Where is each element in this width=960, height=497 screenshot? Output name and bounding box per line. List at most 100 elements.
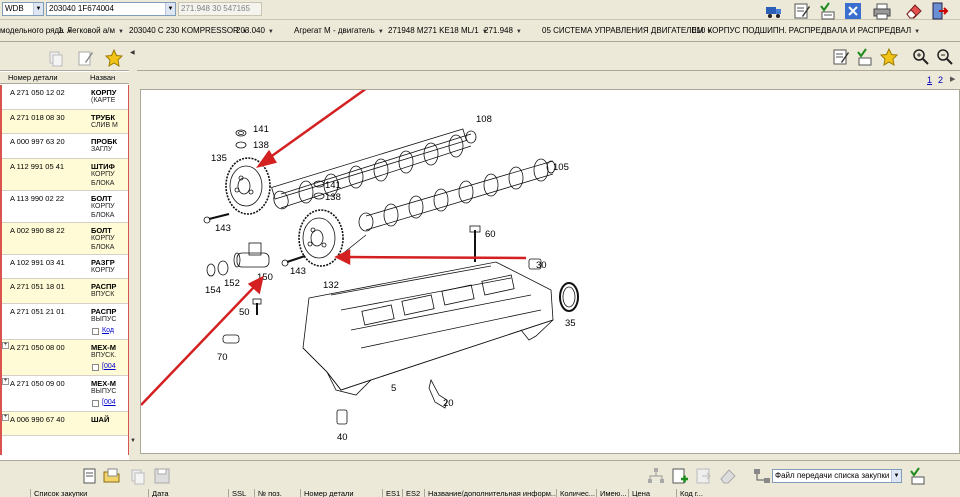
red-arrow — [141, 285, 256, 406]
sprocket-135 — [225, 157, 271, 215]
collapse-down-icon[interactable]: ▼ — [130, 438, 136, 444]
parts-list-pane: Номер детали Назван A 271 050 12 02 КОРПУ… — [0, 43, 136, 460]
table-row[interactable]: A 112 991 05 41 ШТИФ КОРПУ БЛОКА — [2, 158, 128, 191]
column-es1[interactable]: ES1 — [382, 489, 402, 497]
checkbox[interactable] — [92, 363, 99, 371]
table-row[interactable]: A 102 991 03 41 РАЗГР КОРПУ — [2, 255, 128, 279]
table-row[interactable]: A 271 051 18 01 РАСПР ВПУСК — [2, 279, 128, 304]
parts-list-rows: A 271 050 12 02 КОРПУ (КАРТЕ A 271 018 08 … — [0, 85, 130, 455]
document-icon[interactable] — [80, 466, 98, 484]
column-ssl[interactable]: SSL — [228, 489, 254, 497]
print-icon[interactable] — [872, 1, 891, 20]
edit-list-icon[interactable] — [792, 1, 810, 19]
breadcrumb-item[interactable]: 05 СИСТЕМА УПРАВЛЕНИЯ ДВИГАТЕЛЕМ ▼ — [542, 26, 712, 35]
camshaft-upper — [271, 128, 477, 210]
column-date[interactable]: Дата — [148, 489, 172, 497]
callout-label: 132 — [323, 280, 339, 291]
checklist-icon[interactable] — [855, 47, 873, 66]
transfer-file-select[interactable]: Файл передачи списка закупки ▼ — [772, 469, 902, 483]
add-to-list-icon[interactable] — [670, 466, 688, 484]
page-link-2[interactable]: 2 — [938, 75, 943, 85]
vin-value: 203040 1F674004 — [49, 4, 114, 13]
breadcrumb-item[interactable]: 271948 M271 KE18 ML/1 ▼ — [388, 26, 488, 35]
code-field-value: 271.948 30 547165 — [181, 4, 250, 13]
table-row[interactable]: A 002 990 88 22 БОЛТ КОРПУ БЛОКА — [2, 222, 128, 255]
transfer-file-value: Файл передачи списка закупки — [775, 471, 890, 480]
column-part-number[interactable]: Номер детали — [300, 489, 382, 497]
brand-combo-value: WDB — [5, 4, 24, 13]
checkbox[interactable] — [92, 327, 99, 335]
callout-label: 60 — [485, 229, 496, 240]
column-code[interactable]: Код г... — [676, 489, 716, 497]
network-icon[interactable] — [752, 466, 770, 484]
callout-label: 141 — [253, 124, 269, 135]
star-icon[interactable] — [104, 48, 123, 67]
code-link[interactable]: Код — [102, 327, 114, 334]
checklist-icon[interactable] — [908, 466, 926, 485]
expand-icon[interactable]: + — [2, 341, 9, 349]
exploded-diagram[interactable]: 108 141 138 135 105 141 138 143 60 30 14… — [140, 89, 960, 454]
eraser-icon[interactable] — [718, 466, 736, 484]
sitemap-icon[interactable] — [646, 466, 664, 484]
callout-label: 143 — [290, 266, 306, 277]
callout-label: 40 — [337, 432, 348, 443]
breadcrumb-item[interactable]: 203.040 ▼ — [236, 26, 274, 35]
camshaft-housing — [302, 261, 554, 396]
column-description[interactable]: Название/дополнительная информ... — [424, 489, 556, 497]
edit-list-icon[interactable] — [831, 47, 849, 65]
star-icon[interactable] — [879, 47, 898, 66]
breadcrumb-item[interactable]: 010 КОРПУС ПОДШИПН. РАСПРЕДВАЛА И РАСПРЕ… — [692, 26, 920, 35]
pane-splitter[interactable]: ◀ ▼ — [129, 43, 136, 460]
callout-label: 152 — [224, 278, 240, 289]
zoom-out-icon[interactable] — [935, 47, 953, 65]
open-folder-icon[interactable] — [102, 466, 120, 484]
table-row[interactable]: A 000 997 63 20 ПРОБК ЗАГЛУ — [2, 134, 128, 159]
code-link[interactable]: [004 — [102, 399, 116, 406]
truck-icon[interactable] — [764, 1, 782, 19]
red-arrow — [268, 90, 367, 160]
next-page-icon[interactable]: ▶ — [950, 75, 955, 83]
zoom-in-icon[interactable] — [911, 47, 929, 65]
breadcrumb-item[interactable]: Агрегат M - двигатель ▼ — [294, 26, 384, 35]
red-arrow-head — [334, 248, 351, 266]
column-name[interactable]: Назван — [90, 73, 115, 82]
copy-icon[interactable] — [46, 48, 64, 67]
brand-combo[interactable]: WDB ▼ — [2, 2, 44, 16]
expand-icon[interactable]: + — [2, 377, 9, 385]
column-price[interactable]: Цена — [628, 489, 676, 497]
expand-icon[interactable]: + — [2, 413, 9, 421]
table-row[interactable]: + A 006 990 67 40 ШАЙ — [2, 411, 128, 436]
eraser-icon[interactable] — [904, 1, 922, 19]
breadcrumb-item[interactable]: 203040 C 230 KOMPRESSOR ▼ — [129, 26, 248, 35]
diagram-toolbar — [137, 43, 960, 71]
code-link[interactable]: [004 — [102, 363, 116, 370]
table-row[interactable]: + A 271 050 09 00 МЕХ-М ВЫПУС [004 — [2, 376, 128, 412]
table-row[interactable]: A 113 990 02 22 БОЛТ КОРПУ БЛОКА — [2, 191, 128, 223]
table-row[interactable]: A 271 050 12 02 КОРПУ (КАРТЕ — [2, 85, 128, 110]
column-quantity[interactable]: Количес... — [556, 489, 596, 497]
edit-note-icon[interactable] — [76, 48, 94, 66]
table-row[interactable]: A 271 051 21 01 РАСПР ВЫПУС Код — [2, 304, 128, 340]
save-icon[interactable] — [152, 466, 170, 484]
breadcrumb-item[interactable]: 1. Легковой а/м ▼ — [58, 26, 124, 35]
column-available[interactable]: Имею... — [596, 489, 628, 497]
column-part-number[interactable]: Номер детали — [8, 73, 58, 82]
column-es2[interactable]: ES2 — [402, 489, 424, 497]
table-row[interactable]: + A 271 050 08 00 МЕХ-М ВПУСК. [004 — [2, 339, 128, 376]
copy-icon[interactable] — [128, 466, 146, 485]
callout-label: 154 — [205, 285, 221, 296]
chevron-down-icon: ▼ — [515, 29, 522, 35]
column-position[interactable]: № поз. — [254, 489, 300, 497]
export-icon[interactable] — [694, 466, 712, 484]
collapse-left-icon[interactable]: ◀ — [130, 49, 135, 56]
column-shopping-list[interactable]: Список закупки — [30, 489, 148, 497]
page-link-1[interactable]: 1 — [927, 75, 932, 85]
close-window-icon[interactable] — [843, 1, 861, 19]
checkbox[interactable] — [92, 399, 99, 407]
table-row[interactable]: A 271 018 08 30 ТРУБК СЛИВ М — [2, 109, 128, 134]
chevron-down-icon: ▼ — [118, 29, 124, 35]
checklist-icon[interactable] — [818, 1, 836, 20]
vin-input[interactable]: 203040 1F674004 ▼ — [46, 2, 176, 16]
breadcrumb-item[interactable]: 271.948 ▼ — [484, 26, 522, 35]
exit-icon[interactable] — [930, 1, 949, 20]
